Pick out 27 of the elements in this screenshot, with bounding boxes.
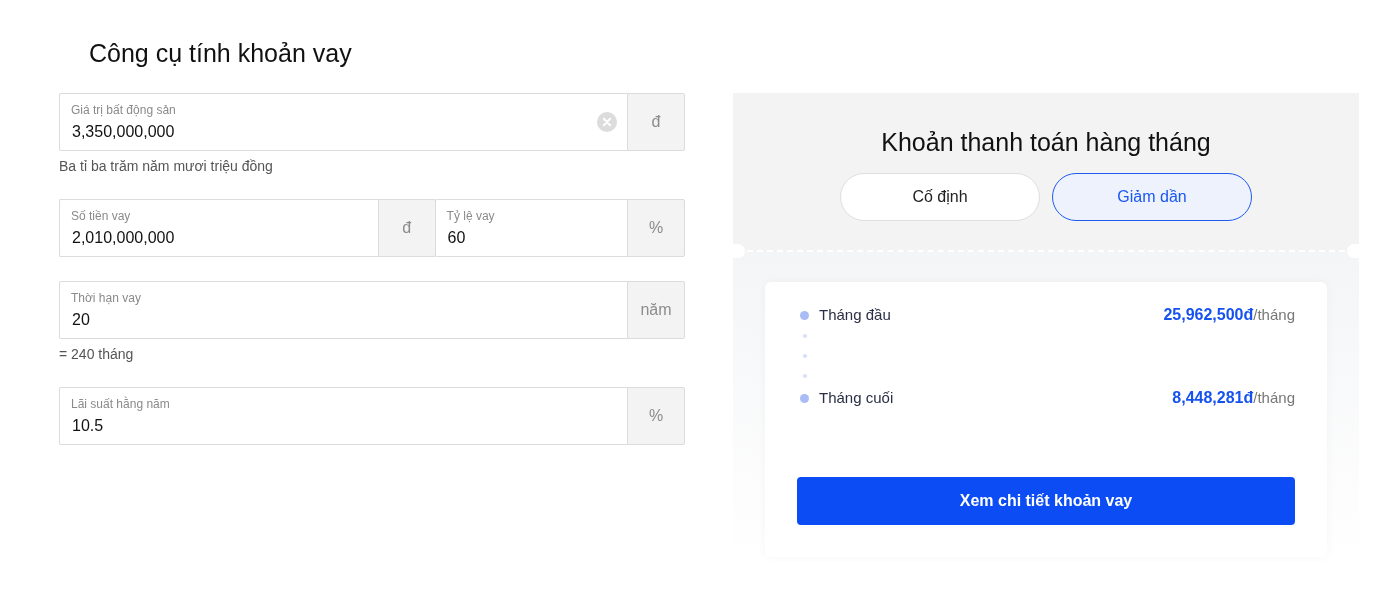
clear-icon[interactable] [597,112,617,132]
input-field[interactable]: Số tiền vay 2,010,000,000 [59,199,378,257]
monthly-payment: 8,448,281đ/tháng [1172,388,1295,408]
mode-toggle[interactable]: Cố định [840,173,1040,221]
schedule-label: Tháng đầu [819,305,891,325]
unit-addon: % [627,387,685,445]
unit-addon: đ [377,199,436,257]
panel-title: Khoản thanh toán hàng tháng [880,127,1212,157]
monthly-payment: 25,962,500đ/tháng [1163,305,1295,325]
input-field[interactable]: Giá trị bất động sản 3,350,000,000 [59,93,627,151]
unit-addon: năm [627,281,685,339]
dot-icon [802,354,807,358]
dot-icon [802,334,807,338]
mode-toggle[interactable]: Giảm dần [1052,173,1252,221]
helper-text: = 240 tháng [59,345,135,363]
page-title: Công cụ tính khoản vay [89,38,352,68]
input-field[interactable]: Tỷ lệ vay 60 [434,199,627,257]
helper-text: Ba tỉ ba trăm năm mươi triệu đồng [59,157,274,175]
dot-icon [800,393,809,403]
dot-icon [800,310,809,320]
input-field[interactable]: Lãi suất hằng năm 10.5 [59,387,627,445]
details-button[interactable]: Xem chi tiết khoản vay [797,477,1295,525]
unit-addon: đ [627,93,685,151]
dot-icon [802,374,807,378]
input-field[interactable]: Thời hạn vay 20 [59,281,627,339]
schedule-label: Tháng cuối [819,388,894,408]
unit-addon: % [627,199,685,257]
